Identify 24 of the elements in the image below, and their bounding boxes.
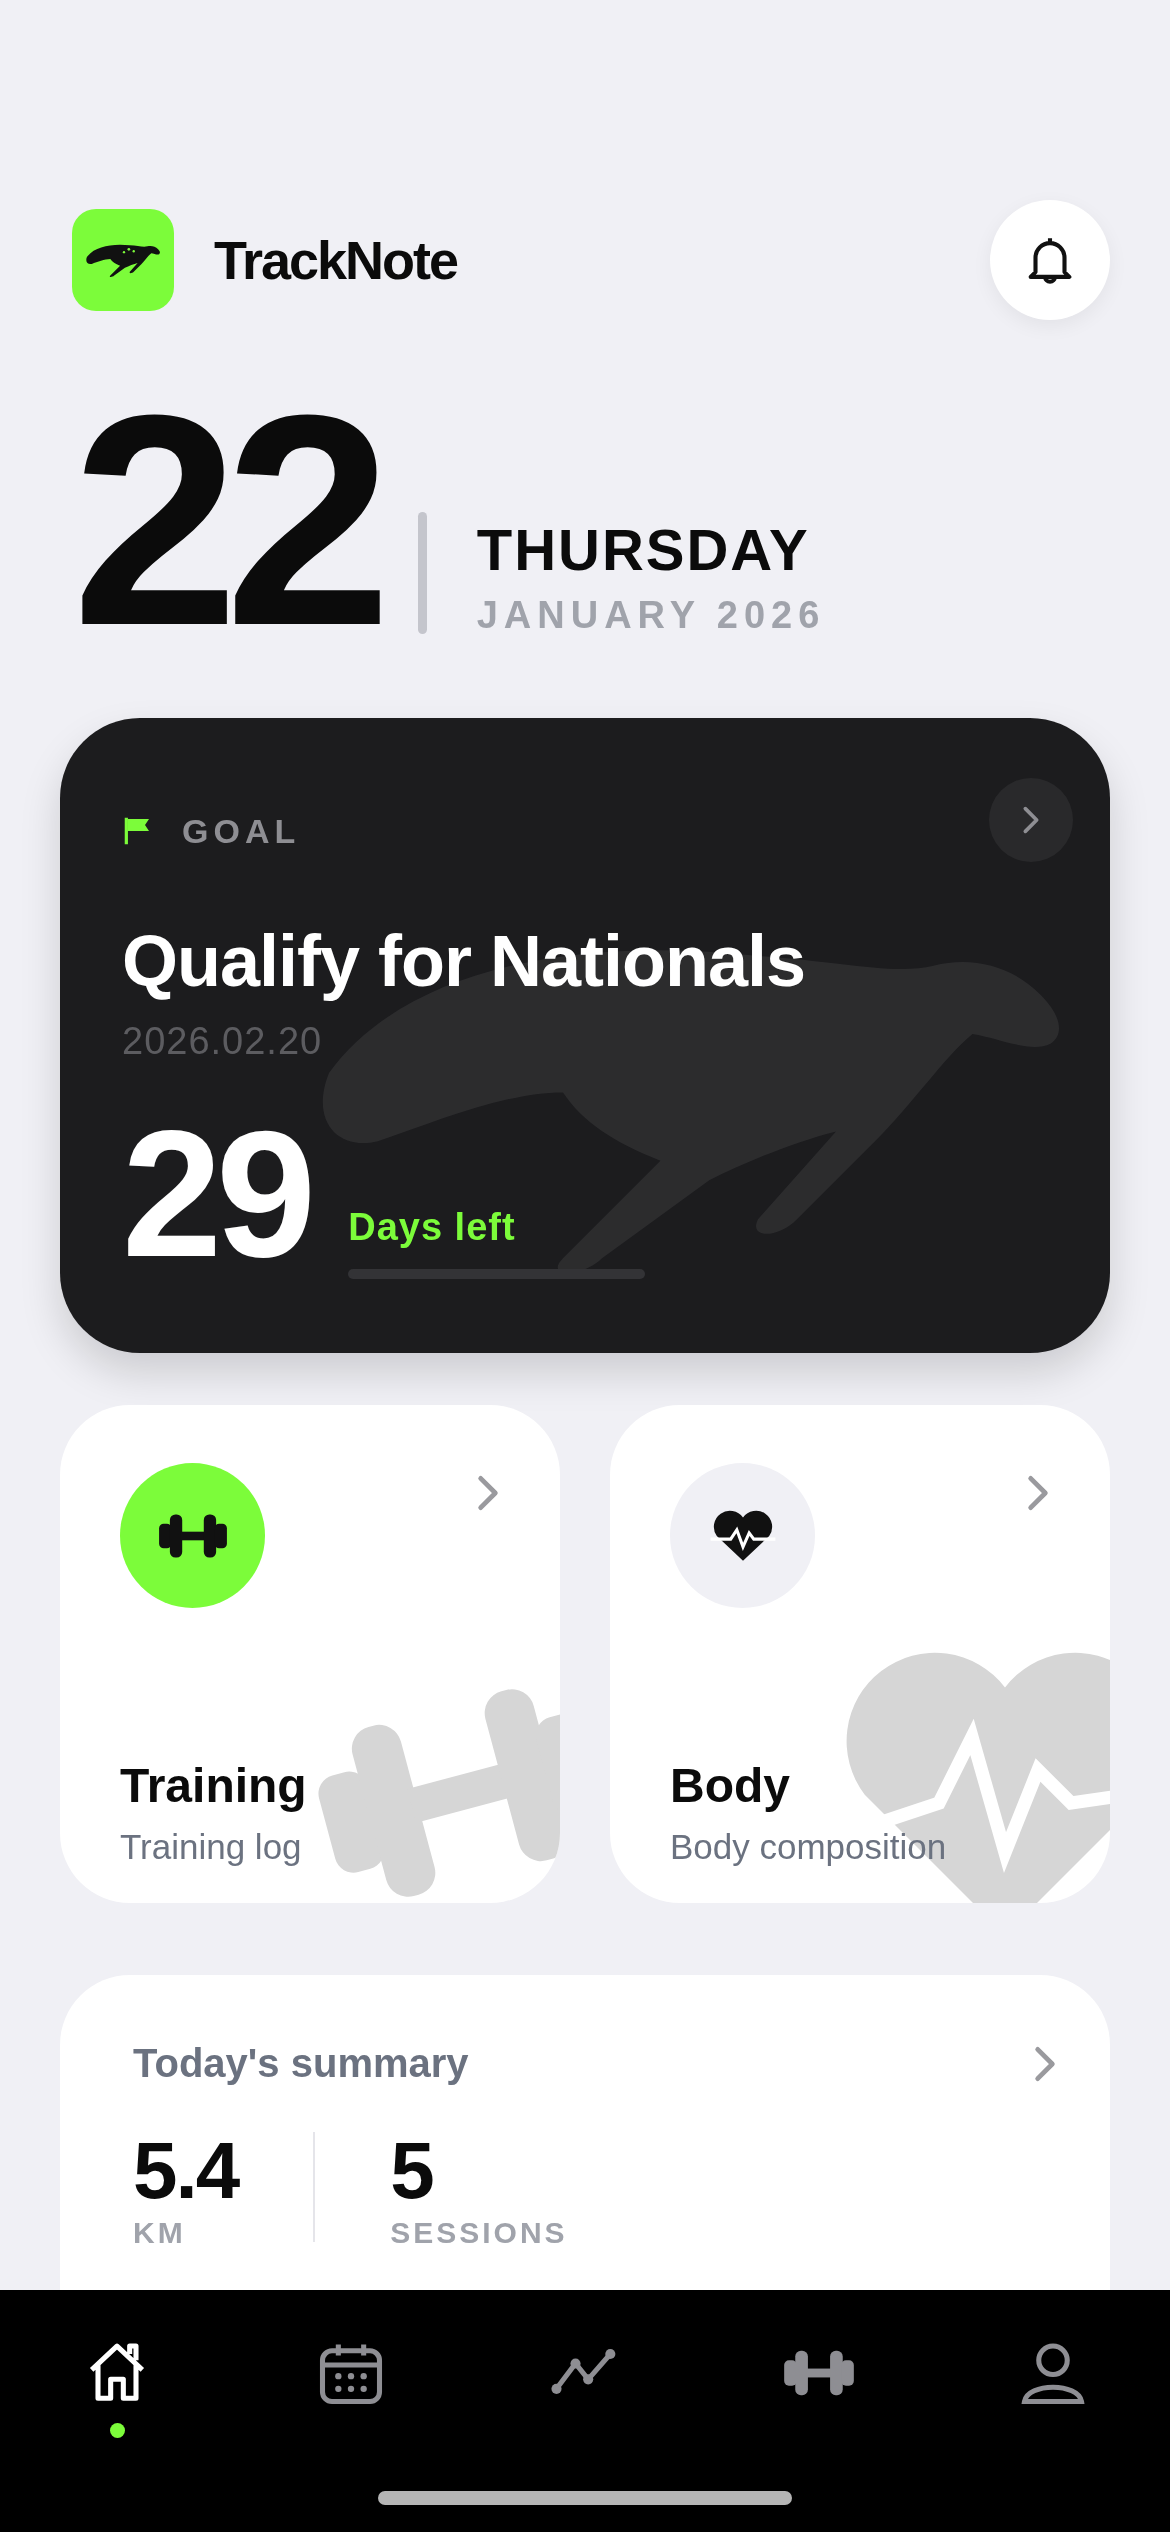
card-title: Training: [120, 1758, 308, 1813]
weekday: THURSDAY: [476, 520, 811, 580]
card-subtitle: Body composition: [670, 1827, 948, 1867]
day-number: 22: [72, 400, 378, 640]
summary-title: Today's summary: [133, 2041, 469, 2086]
stat-unit: KM: [133, 2216, 187, 2250]
days-count: 29: [122, 1119, 311, 1269]
app-name: TrackNote: [214, 229, 458, 291]
goal-label: GOAL: [182, 811, 301, 851]
stat-value: 5.4: [133, 2132, 239, 2210]
summary-card[interactable]: Today's summary 5.4 KM 5 SESSIONS: [60, 1975, 1110, 2293]
shortcut-card[interactable]: Body Body composition: [610, 1405, 1110, 1903]
goal-title: Qualify for Nationals: [122, 920, 807, 1002]
shortcut-card[interactable]: Training Training log: [60, 1405, 560, 1903]
stat-value: 5: [390, 2132, 434, 2210]
card-title: Body: [670, 1758, 791, 1813]
days-left-label: Days left: [348, 1206, 517, 1249]
stat-unit: SESSIONS: [390, 2216, 568, 2250]
flag-icon: [122, 815, 152, 847]
active-dot: [109, 2423, 125, 2438]
goal-card[interactable]: GOAL Qualify for Nationals 2026.02.20 29 Days left: [60, 718, 1110, 1353]
month-year: JANUARY 2026: [476, 594, 826, 636]
goal-date: 2026.02.20: [122, 1020, 324, 1063]
card-subtitle: Training log: [120, 1827, 303, 1867]
